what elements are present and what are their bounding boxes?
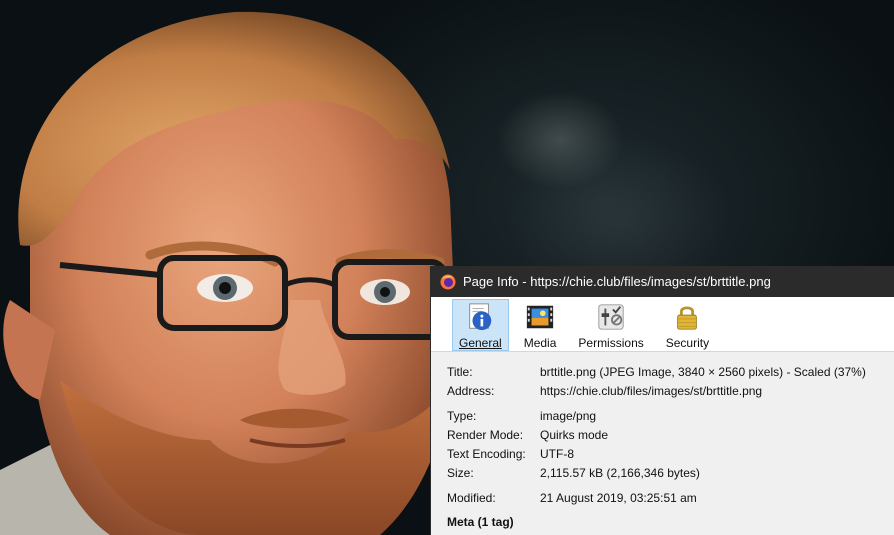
text-encoding-label: Text Encoding: <box>447 446 526 461</box>
modified-label: Modified: <box>447 490 496 505</box>
text-encoding-row: Text Encoding: UTF-8 <box>447 444 894 463</box>
render-mode-label: Render Mode: <box>447 427 524 442</box>
firefox-icon <box>440 274 456 289</box>
address-row: Address: https://chie.club/files/images/… <box>447 381 894 400</box>
meta-heading: Meta (1 tag) <box>447 515 514 529</box>
size-value[interactable]: 2,115.57 kB (2,166,346 bytes) <box>540 466 700 480</box>
size-row: Size: 2,115.57 kB (2,166,346 bytes) <box>447 463 894 482</box>
title-label: Title: <box>447 364 473 379</box>
type-label: Type: <box>447 408 477 423</box>
title-value[interactable]: brttitle.png (JPEG Image, 3840 × 2560 pi… <box>540 365 866 379</box>
tab-media[interactable]: Media <box>517 299 564 351</box>
modified-row: Modified: 21 August 2019, 03:25:51 am <box>447 488 894 507</box>
media-icon <box>526 305 554 329</box>
window-title: Page Info - https://chie.club/files/imag… <box>463 274 771 289</box>
modified-value[interactable]: 21 August 2019, 03:25:51 am <box>540 491 697 505</box>
permissions-icon <box>598 304 624 330</box>
tab-security-label: Security <box>665 336 710 350</box>
lock-icon <box>677 306 698 330</box>
size-label: Size: <box>447 465 474 480</box>
type-value[interactable]: image/png <box>540 409 596 423</box>
page-info-tabs: General Media Permissions Security <box>431 297 894 352</box>
tab-permissions-label: Permissions <box>578 336 644 350</box>
render-mode-row: Render Mode: Quirks mode <box>447 425 894 444</box>
tab-general[interactable]: General <box>452 299 509 351</box>
title-row: Title: brttitle.png (JPEG Image, 3840 × … <box>447 362 894 381</box>
tab-media-label: Media <box>523 336 557 350</box>
address-value[interactable]: https://chie.club/files/images/st/brttit… <box>540 384 762 398</box>
page-info-window: Page Info - https://chie.club/files/imag… <box>431 266 894 535</box>
tab-security[interactable]: Security <box>659 299 716 351</box>
tab-general-label: General <box>459 336 502 350</box>
address-label: Address: <box>447 383 495 398</box>
type-row: Type: image/png <box>447 406 894 425</box>
general-panel: Title: brttitle.png (JPEG Image, 3840 × … <box>431 352 894 530</box>
window-titlebar[interactable]: Page Info - https://chie.club/files/imag… <box>431 266 894 297</box>
text-encoding-value[interactable]: UTF-8 <box>540 447 574 461</box>
info-icon <box>469 303 492 331</box>
render-mode-value[interactable]: Quirks mode <box>540 428 608 442</box>
tab-permissions[interactable]: Permissions <box>571 299 650 351</box>
